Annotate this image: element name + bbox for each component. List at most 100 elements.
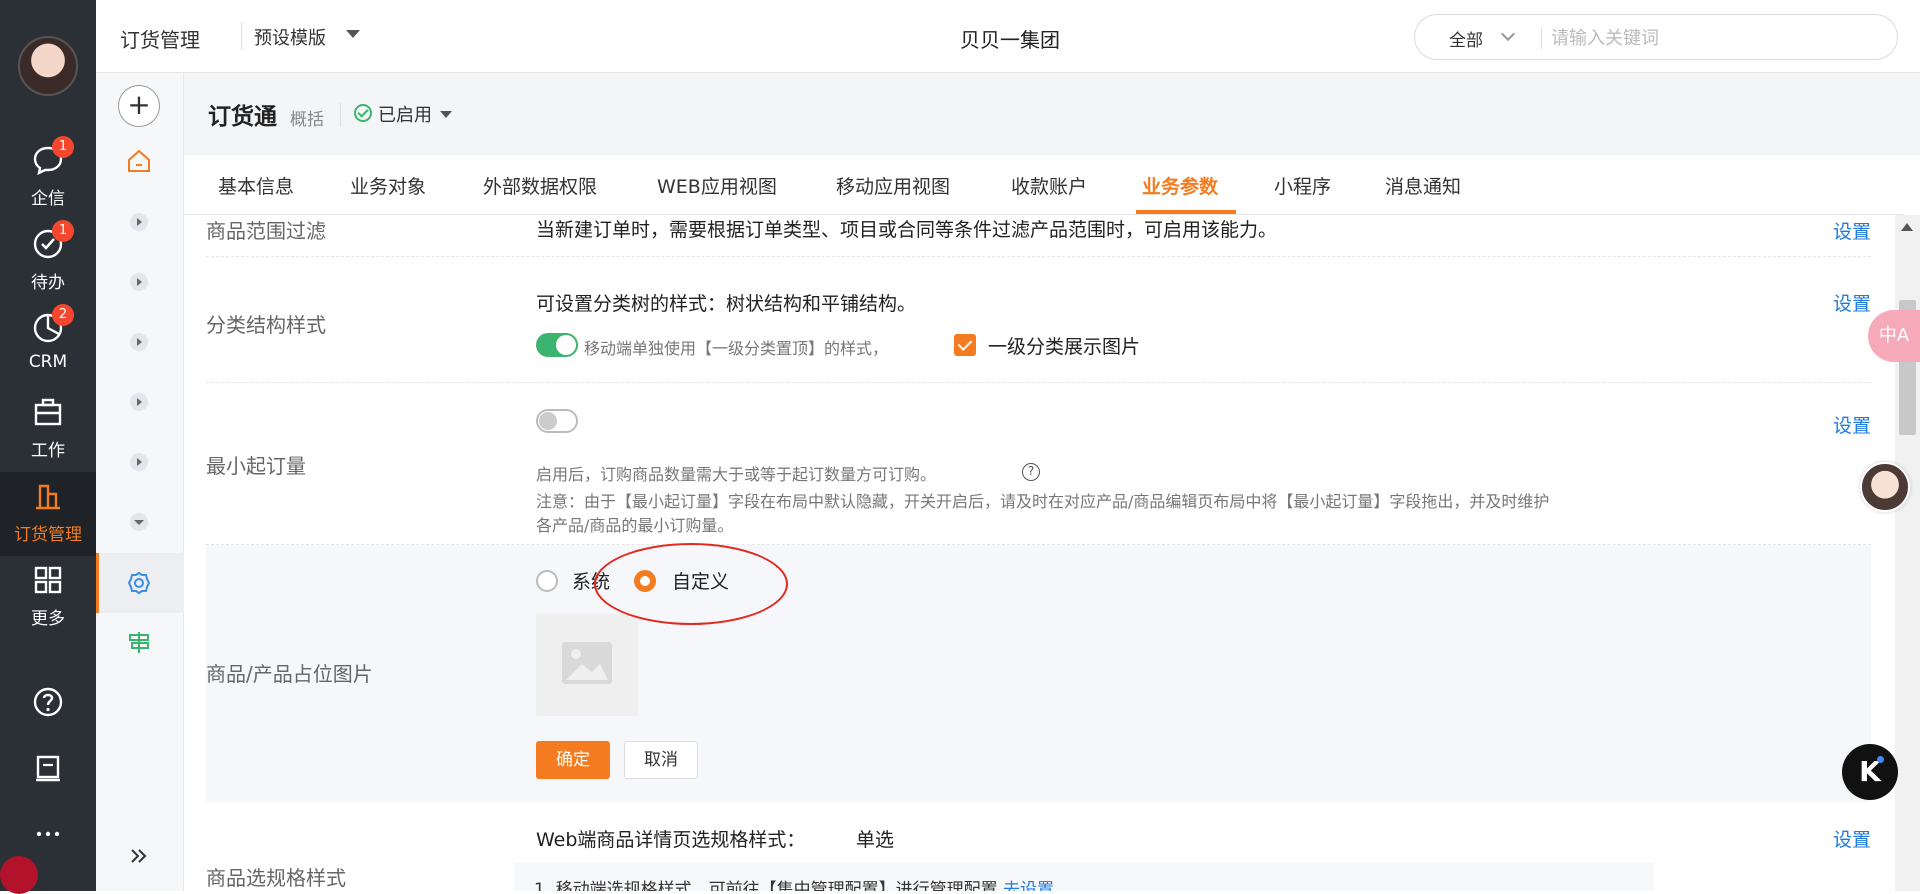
sidebar-item-label: 企信: [31, 189, 65, 209]
sidebar-item-label: 订货管理: [14, 525, 82, 545]
setting-row-min-order: 最小起订量 启用后，订购商品数量需大于或等于起订数量方可订购。 ? 注意：由于【…: [206, 383, 1871, 545]
caret-circle-down-icon[interactable]: [126, 509, 152, 535]
sidebar-item-label: 更多: [31, 609, 65, 629]
caret-down-icon[interactable]: [440, 111, 452, 118]
top-bar: 订货管理 预设模版 贝贝一集团 全部: [96, 0, 1920, 73]
play-circle-icon[interactable]: [126, 269, 152, 295]
sidebar-item-todo[interactable]: 1 待办: [0, 220, 96, 304]
row-note: 各产品/商品的最小订购量。: [536, 516, 734, 535]
briefcase-icon: [34, 398, 62, 426]
row-note: 注意：由于【最小起订量】字段在布局中默认隐藏，开关开启后，请及时在对应产品/商品…: [536, 492, 1550, 511]
add-button[interactable]: +: [118, 85, 160, 127]
signpost-icon[interactable]: [126, 629, 152, 655]
settings-link[interactable]: 设置: [1833, 217, 1871, 244]
module-title: 订货管理: [120, 28, 200, 52]
company-name: 贝贝一集团: [960, 28, 1060, 52]
translate-widget[interactable]: 中A: [1868, 310, 1920, 362]
radio-system[interactable]: [536, 570, 558, 592]
sidebar-item-label: 待办: [31, 273, 65, 293]
search-input[interactable]: [1551, 23, 1871, 53]
image-icon: [562, 642, 612, 684]
play-circle-icon[interactable]: [126, 329, 152, 355]
settings-link[interactable]: 设置: [1833, 289, 1871, 316]
min-order-toggle[interactable]: [536, 409, 578, 433]
app-header: 订货通 概括 已启用: [184, 73, 1920, 155]
divider: [241, 22, 242, 50]
help-icon[interactable]: ?: [1022, 463, 1040, 481]
notebook-icon[interactable]: [32, 752, 64, 784]
tab-payment-account[interactable]: 收款账户: [1011, 172, 1087, 199]
badge: 1: [52, 220, 74, 242]
play-circle-icon[interactable]: [126, 449, 152, 475]
spec-style-value: 单选: [856, 829, 895, 851]
play-circle-icon[interactable]: [126, 389, 152, 415]
setting-row-product-filter: 商品范围过滤 当新建订单时，需要根据订单类型、项目或合同等条件过滤产品范围时，可…: [206, 215, 1871, 257]
tab-business-objects[interactable]: 业务对象: [350, 172, 426, 199]
checkbox-label: 一级分类展示图片: [988, 336, 1141, 358]
settings-link[interactable]: 设置: [1833, 825, 1871, 852]
check-circle-icon: [354, 104, 372, 122]
user-avatar[interactable]: [18, 36, 78, 96]
sidebar-item-order-management[interactable]: 订货管理: [0, 472, 96, 556]
row-description: Web端商品详情页选规格样式：: [536, 829, 806, 851]
setting-row-category-style: 分类结构样式 可设置分类树的样式：树状结构和平铺结构。 移动端单独使用【一级分类…: [206, 257, 1871, 383]
row-label: 商品选规格样式: [206, 866, 346, 890]
show-image-checkbox[interactable]: [954, 334, 976, 356]
sidebar-item-label: CRM: [28, 352, 68, 372]
ellipsis-icon[interactable]: [32, 818, 64, 850]
overview-link[interactable]: 概括: [290, 105, 324, 130]
caret-down-icon[interactable]: [346, 30, 360, 38]
tab-bar: 基本信息 业务对象 外部数据权限 WEB应用视图 移动应用视图 收款账户 业务参…: [184, 155, 1904, 215]
app-name: 订货通: [208, 104, 277, 130]
setting-row-placeholder-image: 商品/产品占位图片 系统 自定义 确定 取消: [206, 545, 1871, 802]
cancel-button[interactable]: 取消: [624, 741, 698, 779]
sidebar-item-label: 工作: [31, 441, 65, 461]
go-settings-link[interactable]: 去设置: [1003, 880, 1054, 891]
divider: [340, 103, 341, 127]
mobile-top-category-toggle[interactable]: [536, 333, 578, 357]
bar-chart-icon: [36, 484, 60, 510]
divider: [1541, 27, 1542, 49]
secondary-nav: +: [96, 73, 184, 891]
row-label: 商品范围过滤: [206, 219, 326, 243]
help-icon[interactable]: [32, 686, 64, 718]
double-chevron-right-icon[interactable]: [126, 843, 152, 869]
tab-external-data-permission[interactable]: 外部数据权限: [483, 172, 597, 199]
badge: 1: [52, 136, 74, 158]
scroll-up-arrow-icon[interactable]: [1901, 223, 1913, 231]
status-dropdown[interactable]: 已启用: [378, 101, 432, 127]
annotation-ellipse: [594, 543, 788, 625]
gear-icon[interactable]: [126, 570, 152, 596]
sidebar-item-messages[interactable]: 1 企信: [0, 136, 96, 220]
active-tab-underline: [1136, 210, 1236, 214]
search-scope-select[interactable]: 全部: [1449, 26, 1483, 51]
status-dot: [0, 856, 38, 894]
sidebar-item-crm[interactable]: 2 CRM: [0, 304, 96, 388]
settings-link[interactable]: 设置: [1833, 411, 1871, 438]
row-label: 最小起订量: [206, 454, 306, 478]
tab-web-app-view[interactable]: WEB应用视图: [657, 172, 777, 199]
toggle-label: 移动端单独使用【一级分类置顶】的样式，: [584, 339, 889, 358]
chevron-down-icon[interactable]: [1500, 26, 1516, 42]
badge: 2: [52, 304, 74, 326]
sidebar-item-work[interactable]: 工作: [0, 388, 96, 472]
tab-notifications[interactable]: 消息通知: [1385, 172, 1461, 199]
row-description: 可设置分类树的样式：树状结构和平铺结构。: [536, 293, 917, 315]
assistant-avatar[interactable]: [1860, 462, 1910, 512]
placeholder-image[interactable]: [536, 614, 638, 716]
k-assistant-button[interactable]: K: [1842, 744, 1898, 800]
template-selector[interactable]: 预设模版: [254, 24, 326, 50]
left-sidebar: 1 企信 1 待办 2 CRM 工作 订货管理 更多: [0, 0, 96, 894]
home-icon[interactable]: [126, 148, 152, 174]
tab-mobile-app-view[interactable]: 移动应用视图: [836, 172, 950, 199]
grid-icon: [34, 566, 62, 594]
search-box: 全部: [1414, 14, 1898, 60]
row-description: 当新建订单时，需要根据订单类型、项目或合同等条件过滤产品范围时，可启用该能力。: [536, 219, 1278, 241]
play-circle-icon[interactable]: [126, 209, 152, 235]
confirm-button[interactable]: 确定: [536, 741, 610, 779]
sidebar-item-more[interactable]: 更多: [0, 556, 96, 640]
tab-mini-program[interactable]: 小程序: [1274, 172, 1331, 199]
tab-business-params[interactable]: 业务参数: [1142, 172, 1218, 199]
tab-basic-info[interactable]: 基本信息: [218, 172, 294, 199]
row-description: 启用后，订购商品数量需大于或等于起订数量方可订购。: [536, 465, 937, 484]
